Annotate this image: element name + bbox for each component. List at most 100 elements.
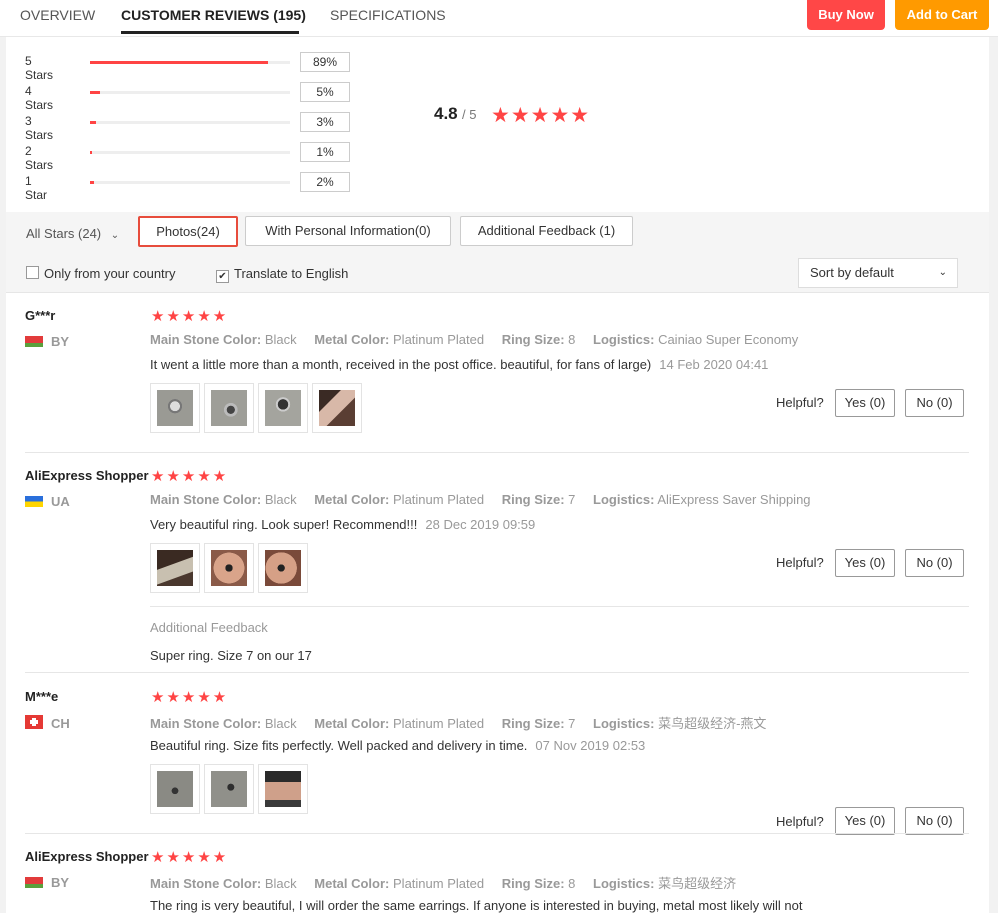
reviewer-country: CH bbox=[25, 715, 70, 731]
attr-label: Metal Color: bbox=[314, 876, 390, 891]
filter-additional-feedback-button[interactable]: Additional Feedback (1) bbox=[460, 216, 633, 246]
rating-bar-fill bbox=[90, 91, 100, 94]
only-my-country-checkbox[interactable]: Only from your country bbox=[26, 266, 176, 281]
add-to-cart-button[interactable]: Add to Cart bbox=[895, 0, 989, 30]
rating-percent: 1% bbox=[300, 142, 350, 162]
rating-label: 4 Stars bbox=[25, 84, 54, 112]
helpful-no-button[interactable]: No (0) bbox=[905, 389, 964, 417]
review-comment: Very beautiful ring. Look super! Recomme… bbox=[150, 517, 535, 532]
review-photo-thumbnail[interactable] bbox=[204, 383, 254, 433]
belarus-flag-icon bbox=[25, 877, 43, 888]
review-item: M***e CH ★★★★★ Main Stone Color: Black M… bbox=[6, 674, 989, 835]
filter-photos-button[interactable]: Photos(24) bbox=[138, 216, 238, 247]
chevron-down-icon: ⌄ bbox=[938, 267, 947, 278]
rating-bar-fill bbox=[90, 181, 94, 184]
translate-checkbox[interactable]: ✔ Translate to English bbox=[216, 266, 348, 283]
all-stars-label: All Stars (24) bbox=[26, 226, 102, 241]
sort-select[interactable]: Sort by default ⌄ bbox=[798, 258, 958, 288]
attr-label: Ring Size: bbox=[501, 492, 565, 507]
attr-label: Logistics: bbox=[593, 876, 655, 891]
rating-label: 2 Stars bbox=[25, 144, 54, 172]
attr-label: Ring Size: bbox=[501, 876, 565, 891]
review-comment: Beautiful ring. Size fits perfectly. Wel… bbox=[150, 738, 645, 753]
attr-label: Main Stone Color: bbox=[150, 332, 262, 347]
attr-value: Black bbox=[264, 876, 297, 891]
tab-overview[interactable]: OVERVIEW bbox=[20, 6, 95, 24]
reviewer-name: G***r bbox=[25, 308, 56, 323]
helpful-no-button[interactable]: No (0) bbox=[905, 807, 964, 835]
helpful-yes-button[interactable]: Yes (0) bbox=[835, 389, 895, 417]
rating-label: 1 Star bbox=[25, 174, 48, 202]
helpful-no-button[interactable]: No (0) bbox=[905, 549, 964, 577]
attr-value: Platinum Plated bbox=[393, 332, 485, 347]
helpful-yes-button[interactable]: Yes (0) bbox=[835, 807, 895, 835]
review-text: Very beautiful ring. Look super! Recomme… bbox=[150, 517, 418, 532]
reviews-panel: 5 Stars 89% 4 Stars 5% 3 Stars 3% 2 Star… bbox=[6, 37, 989, 913]
review-photo-thumbnail[interactable] bbox=[150, 764, 200, 814]
country-code: UA bbox=[51, 494, 70, 509]
all-stars-dropdown[interactable]: All Stars (24) ⌄ bbox=[26, 226, 119, 241]
helpful-yes-button[interactable]: Yes (0) bbox=[835, 549, 895, 577]
helpful-label: Helpful? bbox=[776, 814, 824, 829]
review-photos bbox=[150, 764, 312, 814]
only-my-country-label: Only from your country bbox=[44, 266, 176, 281]
review-star-icons: ★★★★★ bbox=[151, 308, 229, 325]
review-photo-thumbnail[interactable] bbox=[204, 543, 254, 593]
attr-label: Logistics: bbox=[593, 492, 655, 507]
review-item: AliExpress Shopper UA ★★★★★ Main Stone C… bbox=[6, 453, 989, 673]
review-divider bbox=[25, 672, 969, 673]
checkbox-checked-icon: ✔ bbox=[216, 270, 229, 283]
attr-value: Black bbox=[264, 492, 297, 507]
tab-customer-reviews[interactable]: CUSTOMER REVIEWS (195) bbox=[121, 6, 306, 24]
review-attributes: Main Stone Color: Black Metal Color: Pla… bbox=[150, 873, 736, 892]
rating-bar bbox=[90, 121, 290, 124]
additional-feedback-title: Additional Feedback bbox=[150, 620, 268, 635]
review-photo-thumbnail[interactable] bbox=[258, 543, 308, 593]
attr-label: Ring Size: bbox=[501, 716, 565, 731]
review-comment: It went a little more than a month, rece… bbox=[150, 357, 768, 372]
rating-percent: 5% bbox=[300, 82, 350, 102]
attr-label: Main Stone Color: bbox=[150, 492, 262, 507]
helpful-label: Helpful? bbox=[776, 555, 824, 570]
review-text: It went a little more than a month, rece… bbox=[150, 357, 652, 372]
filter-personal-info-button[interactable]: With Personal Information(0) bbox=[245, 216, 451, 246]
review-date: 28 Dec 2019 09:59 bbox=[425, 517, 536, 532]
attr-value: Platinum Plated bbox=[393, 492, 485, 507]
country-code: CH bbox=[51, 716, 70, 731]
review-photo-thumbnail[interactable] bbox=[312, 383, 362, 433]
country-code: BY bbox=[51, 334, 70, 349]
attr-label: Main Stone Color: bbox=[150, 716, 262, 731]
review-photo-thumbnail[interactable] bbox=[204, 764, 254, 814]
reviewer-country: UA bbox=[25, 494, 70, 509]
attr-value: 7 bbox=[568, 716, 576, 731]
review-attributes: Main Stone Color: Black Metal Color: Pla… bbox=[150, 332, 798, 347]
reviewer-name: AliExpress Shopper bbox=[25, 849, 149, 864]
attr-value: 8 bbox=[568, 332, 576, 347]
rating-percent: 89% bbox=[300, 52, 350, 72]
attr-label: Metal Color: bbox=[314, 332, 390, 347]
review-text: The ring is very beautiful, I will order… bbox=[150, 898, 803, 913]
review-photo-thumbnail[interactable] bbox=[150, 383, 200, 433]
attr-value: Black bbox=[264, 332, 297, 347]
review-star-icons: ★★★★★ bbox=[151, 468, 229, 485]
buy-now-button[interactable]: Buy Now bbox=[807, 0, 885, 30]
review-photos bbox=[150, 383, 366, 433]
attr-label: Logistics: bbox=[593, 332, 655, 347]
rating-bar bbox=[90, 91, 290, 94]
attr-value: 8 bbox=[568, 876, 576, 891]
reviewer-country: BY bbox=[25, 334, 69, 349]
attr-value: Cainiao Super Economy bbox=[658, 332, 799, 347]
review-filter-bar: All Stars (24) ⌄ Photos(24) With Persona… bbox=[6, 212, 989, 293]
tab-specifications[interactable]: SPECIFICATIONS bbox=[330, 6, 446, 24]
rating-bar bbox=[90, 151, 290, 154]
review-star-icons: ★★★★★ bbox=[151, 849, 229, 866]
review-photo-thumbnail[interactable] bbox=[258, 764, 308, 814]
rating-label: 3 Stars bbox=[25, 114, 54, 142]
switzerland-flag-icon bbox=[25, 715, 43, 729]
review-photo-thumbnail[interactable] bbox=[258, 383, 308, 433]
attr-value: 菜鸟超级经济-燕文 bbox=[658, 716, 767, 731]
review-photo-thumbnail[interactable] bbox=[150, 543, 200, 593]
review-text: Beautiful ring. Size fits perfectly. Wel… bbox=[150, 738, 528, 753]
chevron-down-icon: ⌄ bbox=[110, 230, 120, 241]
review-item: G***r BY ★★★★★ Main Stone Color: Black M… bbox=[6, 293, 989, 453]
